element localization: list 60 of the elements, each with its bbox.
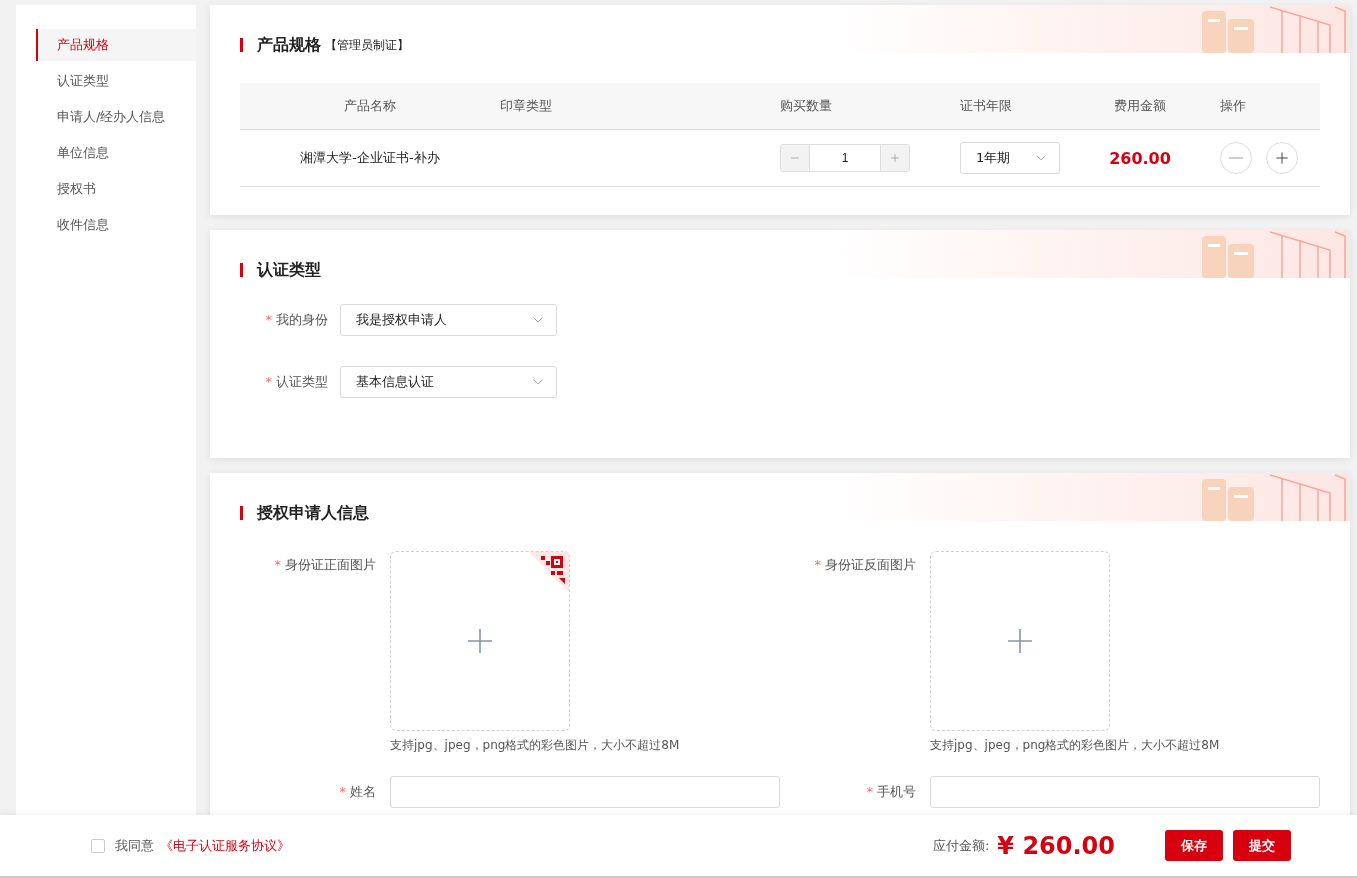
total-amount: ¥ 260.00 (997, 831, 1115, 860)
amount-text: 260.00 (1109, 148, 1171, 168)
submit-button[interactable]: 提交 (1233, 830, 1291, 861)
sidebar-item[interactable]: 申请人/经办人信息 (36, 101, 196, 133)
plus-icon (468, 629, 492, 653)
field-label: * 认证类型 (264, 373, 329, 391)
column-header: 购买数量 (780, 97, 832, 115)
column-header: 产品名称 (344, 97, 396, 115)
sidebar-item[interactable]: 收件信息 (36, 209, 196, 241)
required-asterisk: * (814, 557, 821, 572)
qr-code-corner-icon[interactable] (529, 552, 569, 592)
sidebar-item[interactable]: 授权书 (36, 173, 196, 205)
add-button[interactable] (1266, 142, 1298, 174)
section-title: 认证类型 (257, 259, 321, 281)
increment-button[interactable] (881, 145, 909, 171)
column-header: 操作 (1220, 97, 1246, 115)
total-label: 应付金额: (932, 836, 990, 855)
remove-button[interactable] (1220, 142, 1252, 174)
required-asterisk: * (866, 784, 873, 799)
quantity-stepper[interactable]: 1 (780, 144, 910, 172)
decrement-button[interactable] (781, 145, 809, 171)
minus-icon (1229, 157, 1243, 159)
field-label: * 我的身份 (264, 311, 329, 329)
image-upload-box[interactable] (930, 551, 1110, 731)
save-button[interactable]: 保存 (1165, 830, 1223, 861)
required-asterisk: * (274, 557, 281, 572)
product-name: 湘潭大学-企业证书-补办 (300, 149, 440, 167)
upload-hint: 支持jpg、jpeg，png格式的彩色图片，大小不超过8M (390, 737, 680, 754)
title-accent-bar (240, 506, 243, 520)
term-select[interactable]: 1年期 (960, 142, 1060, 174)
dropdown-select[interactable]: 我是授权申请人 (340, 304, 557, 336)
required-asterisk: * (265, 312, 272, 327)
title-accent-bar (240, 263, 243, 277)
column-header: 费用金额 (1114, 97, 1166, 115)
sidebar-item[interactable]: 认证类型 (36, 65, 196, 97)
column-header: 证书年限 (960, 97, 1012, 115)
quantity-field[interactable]: 1 (809, 145, 881, 171)
plus-icon (1273, 149, 1291, 167)
sidebar-item[interactable]: 产品规格 (36, 29, 196, 61)
required-asterisk: * (339, 784, 346, 799)
field-label: * 手机号 (865, 783, 917, 801)
plus-icon (889, 152, 901, 164)
input-field[interactable] (930, 776, 1320, 808)
upload-label: * 身份证反面图片 (813, 556, 917, 574)
required-asterisk: * (265, 374, 272, 389)
agreement-link[interactable]: 《电子认证服务协议》 (160, 836, 290, 855)
plus-icon (1008, 629, 1032, 653)
sidebar-item[interactable]: 单位信息 (36, 137, 196, 169)
agree-checkbox[interactable] (91, 838, 105, 853)
column-header: 印章类型 (500, 97, 552, 115)
section-title: 产品规格 (257, 34, 321, 56)
input-field[interactable] (390, 776, 780, 808)
title-accent-bar (240, 38, 243, 52)
upload-hint: 支持jpg、jpeg，png格式的彩色图片，大小不超过8M (930, 737, 1220, 754)
agree-label: 我同意 (115, 836, 154, 855)
section-title: 授权申请人信息 (257, 502, 369, 524)
upload-label: * 身份证正面图片 (273, 556, 377, 574)
section-subtitle: 【管理员制证】 (325, 36, 409, 54)
dropdown-select[interactable]: 基本信息认证 (340, 366, 557, 398)
field-label: * 姓名 (338, 783, 377, 801)
